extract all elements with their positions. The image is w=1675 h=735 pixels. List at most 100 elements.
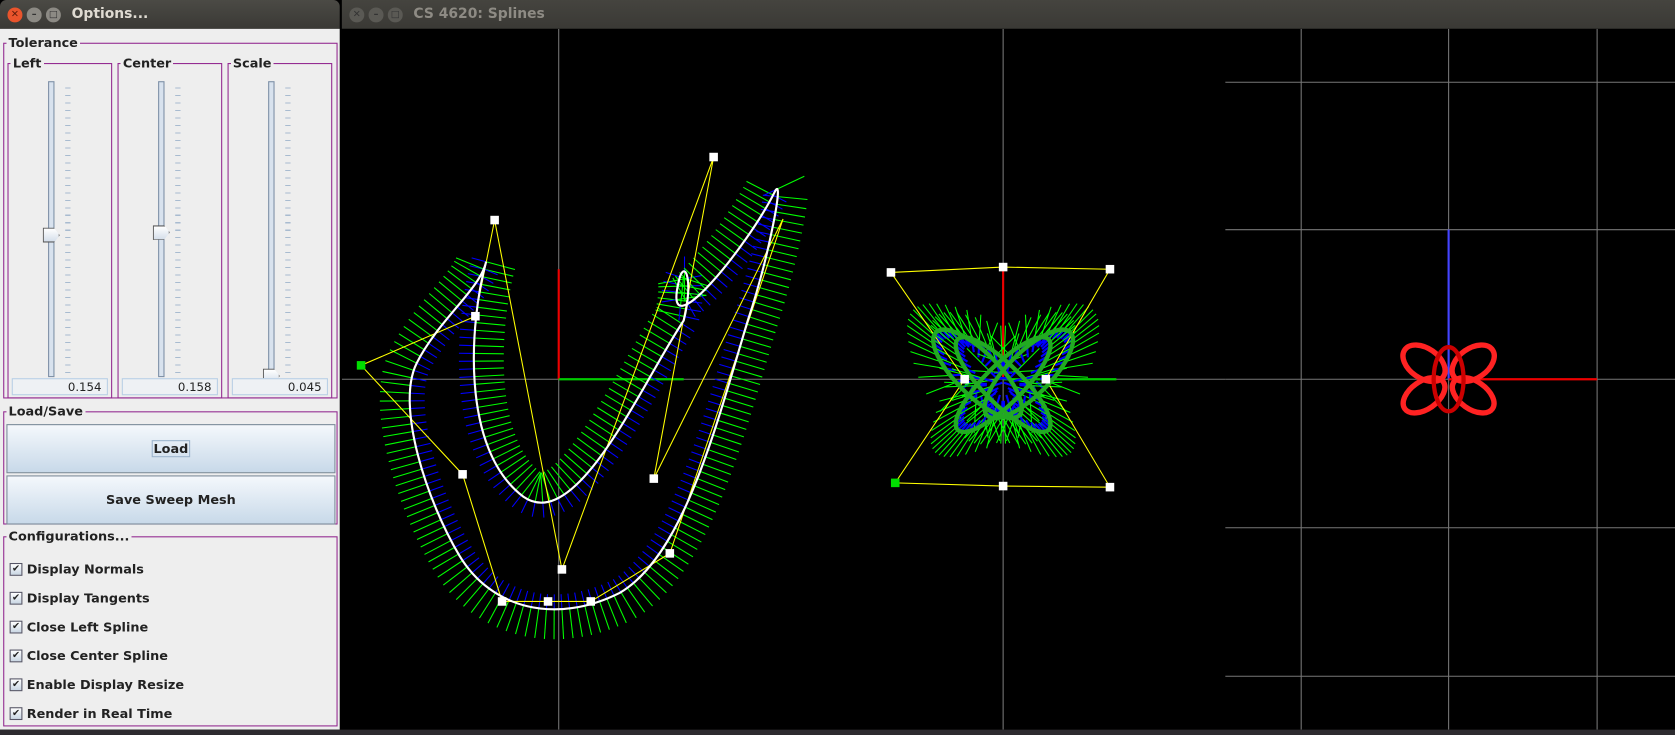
normal-line xyxy=(777,175,805,190)
control-point[interactable] xyxy=(1041,374,1051,384)
control-point[interactable] xyxy=(998,262,1008,272)
normal-line xyxy=(1003,325,1007,358)
normal-line xyxy=(627,354,655,371)
control-point[interactable] xyxy=(649,474,659,483)
binormal-line xyxy=(654,533,668,542)
check-icon[interactable]: ✔ xyxy=(9,562,23,576)
control-point[interactable] xyxy=(543,597,553,606)
normal-line xyxy=(702,246,727,267)
slider-thumb[interactable] xyxy=(152,224,170,240)
control-point[interactable] xyxy=(1105,264,1115,274)
normal-line xyxy=(543,609,548,639)
binormal-line xyxy=(450,533,465,542)
load-button[interactable]: Load xyxy=(6,424,336,474)
main-titlebar[interactable]: ✕ – □ CS 4620: Splines xyxy=(341,0,1675,29)
binormal-line xyxy=(642,389,656,399)
close-icon[interactable]: ✕ xyxy=(349,6,365,22)
binormal-line xyxy=(674,493,689,501)
scale-slider[interactable] xyxy=(229,69,332,397)
binormal-line xyxy=(710,282,723,294)
spline-canvas[interactable] xyxy=(341,28,1675,730)
normal-line xyxy=(484,268,514,277)
binormal-line xyxy=(661,520,676,529)
binormal-line xyxy=(668,507,683,515)
control-point[interactable] xyxy=(471,311,480,321)
binormal-line xyxy=(649,376,664,385)
check-icon[interactable]: ✔ xyxy=(9,591,23,605)
control-point[interactable] xyxy=(709,152,718,162)
checkbox-render-in-real-time[interactable]: ✔ Render in Real Time xyxy=(9,706,173,721)
check-icon[interactable]: ✔ xyxy=(9,678,23,692)
maximize-icon[interactable]: □ xyxy=(45,6,61,22)
check-icon[interactable]: ✔ xyxy=(9,707,23,721)
binormal-line xyxy=(721,356,736,362)
binormal-line xyxy=(661,299,677,303)
binormal-line xyxy=(461,399,477,403)
normal-line xyxy=(381,423,412,429)
control-point[interactable] xyxy=(960,374,969,384)
binormal-line xyxy=(751,253,766,258)
checkbox-close-left-spline[interactable]: ✔ Close Left Spline xyxy=(9,620,149,635)
normal-line xyxy=(1049,381,1081,395)
minimize-icon[interactable]: – xyxy=(26,6,42,22)
control-point[interactable] xyxy=(665,549,675,558)
normal-line xyxy=(733,368,763,378)
control-point[interactable] xyxy=(890,478,900,488)
normal-line xyxy=(386,446,416,454)
control-point[interactable] xyxy=(998,481,1008,491)
binormal-line xyxy=(471,562,484,574)
maximize-icon[interactable]: □ xyxy=(387,6,403,22)
control-point[interactable] xyxy=(356,361,366,370)
binormal-line xyxy=(658,526,672,536)
normal-line xyxy=(918,374,951,378)
binormal-line xyxy=(454,539,469,548)
checkbox-display-tangents[interactable]: ✔ Display Tangents xyxy=(9,591,150,606)
normal-line xyxy=(1048,429,1072,453)
binormal-line xyxy=(415,442,431,448)
options-titlebar[interactable]: ✕ – □ Options... xyxy=(0,0,340,29)
normal-line xyxy=(591,603,602,633)
normal-line xyxy=(719,412,749,423)
control-point[interactable] xyxy=(586,597,596,606)
normal-line xyxy=(647,320,674,338)
binormal-line xyxy=(719,363,734,370)
normal-line xyxy=(479,291,510,298)
binormal-line xyxy=(423,471,439,478)
control-point[interactable] xyxy=(458,470,467,479)
binormal-line xyxy=(414,435,429,440)
left-tolerance-slider[interactable] xyxy=(9,69,112,397)
normal-line xyxy=(774,218,804,226)
binormal-line xyxy=(687,274,703,279)
normal-line xyxy=(580,431,607,450)
normal-line xyxy=(1000,325,1003,358)
check-icon[interactable]: ✔ xyxy=(9,649,23,663)
normal-line xyxy=(697,478,726,491)
normal-line xyxy=(428,546,455,563)
binormal-line xyxy=(665,513,679,522)
binormal-line xyxy=(762,194,778,198)
normal-line xyxy=(453,260,481,277)
check-icon[interactable]: ✔ xyxy=(9,620,23,634)
control-point[interactable] xyxy=(497,597,507,606)
control-point[interactable] xyxy=(886,268,896,277)
save-sweep-mesh-button[interactable]: Save Sweep Mesh xyxy=(6,475,336,525)
scale-slider-group: Scale 0.045 xyxy=(227,56,333,399)
close-icon[interactable]: ✕ xyxy=(7,6,23,22)
minimize-icon[interactable]: – xyxy=(368,6,384,22)
control-point[interactable] xyxy=(557,565,567,574)
checkbox-close-center-spline[interactable]: ✔ Close Center Spline xyxy=(9,648,168,663)
checkbox-display-normals[interactable]: ✔ Display Normals xyxy=(9,562,144,577)
normal-line xyxy=(1055,374,1089,378)
normal-line xyxy=(477,306,507,312)
binormal-line xyxy=(734,311,750,318)
center-tolerance-slider[interactable] xyxy=(119,69,222,397)
slider-track[interactable] xyxy=(268,81,275,378)
binormal-line xyxy=(416,362,431,371)
normal-line xyxy=(746,323,776,334)
checkbox-enable-display-resize[interactable]: ✔ Enable Display Resize xyxy=(9,677,184,692)
control-point[interactable] xyxy=(1105,482,1115,492)
slider-thumb[interactable] xyxy=(42,227,60,243)
normal-line xyxy=(505,602,517,632)
control-point[interactable] xyxy=(490,215,499,225)
normal-line xyxy=(606,598,619,627)
